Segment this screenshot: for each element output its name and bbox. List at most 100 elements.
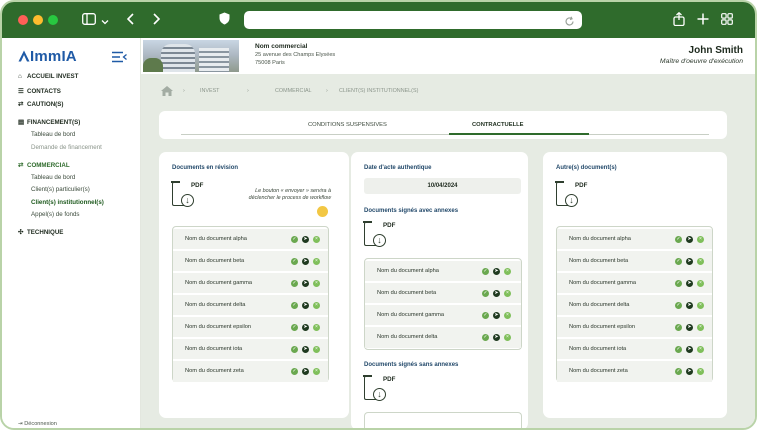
table-row[interactable]: Nom du document alpha ✓ ➤ ×	[365, 261, 521, 282]
sidebar-toggle-icon[interactable]	[82, 13, 96, 27]
close-icon[interactable]: ×	[313, 368, 320, 375]
nav-financements[interactable]: ▤ FINANCEMENT(S)	[18, 118, 80, 126]
nav-technique[interactable]: ✣ TECHNIQUE	[18, 228, 63, 236]
send-icon[interactable]: ➤	[302, 324, 309, 331]
close-icon[interactable]: ×	[313, 236, 320, 243]
collapse-menu-icon[interactable]	[112, 50, 127, 63]
check-icon[interactable]: ✓	[291, 368, 298, 375]
nav-demande-financement[interactable]: Demande de financement	[31, 144, 102, 151]
table-row[interactable]: Nom du document epsilon ✓ ➤ ×	[557, 317, 712, 338]
table-row[interactable]: Nom du document beta ✓ ➤ ×	[557, 251, 712, 272]
close-icon[interactable]: ×	[697, 368, 704, 375]
send-icon[interactable]: ➤	[686, 324, 693, 331]
close-icon[interactable]: ×	[697, 324, 704, 331]
close-icon[interactable]: ×	[504, 312, 511, 319]
check-icon[interactable]: ✓	[291, 324, 298, 331]
check-icon[interactable]: ✓	[675, 258, 682, 265]
table-row[interactable]: Nom du document delta ✓ ➤ ×	[173, 295, 328, 316]
pdf-upload-icon[interactable]: PDF ↓	[171, 181, 203, 212]
zoom-window-button[interactable]	[48, 15, 58, 25]
table-row[interactable]: Nom du document beta ✓ ➤ ×	[173, 251, 328, 272]
nav-commercial-dashboard[interactable]: Tableau de bord	[31, 174, 75, 181]
table-row[interactable]: Nom du document alpha ✓ ➤ ×	[173, 229, 328, 250]
send-icon[interactable]: ➤	[686, 258, 693, 265]
address-bar[interactable]	[244, 11, 582, 29]
check-icon[interactable]: ✓	[675, 280, 682, 287]
check-icon[interactable]: ✓	[291, 258, 298, 265]
table-row[interactable]: Nom du document alpha ✓ ➤ ×	[557, 229, 712, 250]
table-row[interactable]: Nom du document zeta ✓ ➤ ×	[557, 361, 712, 382]
logout-link[interactable]: ⇥ Déconnexion	[18, 421, 57, 427]
check-icon[interactable]: ✓	[291, 280, 298, 287]
new-tab-icon[interactable]	[697, 13, 709, 27]
check-icon[interactable]: ✓	[675, 324, 682, 331]
table-row[interactable]: Nom du document gamma ✓ ➤ ×	[557, 273, 712, 294]
table-row[interactable]: Nom du document beta ✓ ➤ ×	[365, 283, 521, 304]
share-icon[interactable]	[673, 11, 685, 28]
send-icon[interactable]: ➤	[302, 236, 309, 243]
pdf-upload-icon[interactable]: PDF ↓	[363, 221, 395, 252]
check-icon[interactable]: ✓	[482, 312, 489, 319]
check-icon[interactable]: ✓	[482, 290, 489, 297]
check-icon[interactable]: ✓	[482, 334, 489, 341]
check-icon[interactable]: ✓	[291, 236, 298, 243]
send-icon[interactable]: ➤	[302, 280, 309, 287]
nav-appels-de-fonds[interactable]: Appel(s) de fonds	[31, 211, 80, 218]
nav-contacts[interactable]: ☰ CONTACTS	[18, 87, 61, 95]
close-icon[interactable]: ×	[697, 346, 704, 353]
nav-clients-particuliers[interactable]: Client(s) particulier(s)	[31, 186, 90, 193]
minimize-window-button[interactable]	[33, 15, 43, 25]
tab-contractuelle[interactable]: CONTRACTUELLE	[472, 122, 524, 128]
table-row[interactable]: Nom du document iota ✓ ➤ ×	[557, 339, 712, 360]
send-icon[interactable]: ➤	[493, 334, 500, 341]
close-icon[interactable]: ×	[504, 334, 511, 341]
check-icon[interactable]: ✓	[291, 302, 298, 309]
close-icon[interactable]: ×	[504, 268, 511, 275]
send-icon[interactable]: ➤	[302, 346, 309, 353]
breadcrumb-commercial[interactable]: COMMERCIAL	[275, 88, 312, 94]
send-icon[interactable]: ➤	[686, 368, 693, 375]
table-row[interactable]: Nom du document zeta ✓ ➤ ×	[173, 361, 328, 382]
table-row[interactable]: Nom du document delta ✓ ➤ ×	[365, 327, 521, 348]
close-icon[interactable]: ×	[313, 324, 320, 331]
tab-conditions-suspensives[interactable]: CONDITIONS SUSPENSIVES	[308, 122, 387, 128]
tabs-grid-icon[interactable]	[721, 13, 733, 27]
close-icon[interactable]: ×	[313, 302, 320, 309]
nav-commercial[interactable]: ⇄ COMMERCIAL	[18, 161, 70, 169]
reload-icon[interactable]	[564, 14, 575, 32]
close-icon[interactable]: ×	[313, 258, 320, 265]
nav-accueil-invest[interactable]: ⌂ ACCUEIL INVEST	[18, 73, 78, 80]
close-window-button[interactable]	[18, 15, 28, 25]
table-row[interactable]: Nom du document epsilon ✓ ➤ ×	[173, 317, 328, 338]
breadcrumb-invest[interactable]: INVEST	[200, 88, 219, 94]
table-row[interactable]: Nom du document gamma ✓ ➤ ×	[365, 305, 521, 326]
nav-cautions[interactable]: ⇄ CAUTION(S)	[18, 100, 63, 108]
home-icon[interactable]	[161, 86, 173, 98]
back-icon[interactable]	[126, 13, 136, 27]
send-icon[interactable]: ➤	[493, 312, 500, 319]
send-icon[interactable]: ➤	[302, 368, 309, 375]
close-icon[interactable]: ×	[697, 258, 704, 265]
authentic-act-date-field[interactable]: 10/04/2024	[364, 178, 521, 194]
check-icon[interactable]: ✓	[675, 302, 682, 309]
user-name[interactable]: John Smith	[689, 45, 743, 56]
forward-icon[interactable]	[151, 13, 161, 27]
table-row[interactable]: Nom du document gamma ✓ ➤ ×	[173, 273, 328, 294]
check-icon[interactable]: ✓	[291, 346, 298, 353]
send-icon[interactable]: ➤	[686, 302, 693, 309]
send-icon[interactable]: ➤	[493, 290, 500, 297]
send-icon[interactable]: ➤	[302, 258, 309, 265]
send-icon[interactable]: ➤	[686, 280, 693, 287]
send-icon[interactable]: ➤	[686, 236, 693, 243]
pdf-upload-icon[interactable]: PDF ↓	[555, 181, 587, 212]
close-icon[interactable]: ×	[313, 346, 320, 353]
check-icon[interactable]: ✓	[675, 346, 682, 353]
send-icon[interactable]: ➤	[686, 346, 693, 353]
nav-financement-dashboard[interactable]: Tableau de bord	[31, 131, 75, 138]
close-icon[interactable]: ×	[697, 236, 704, 243]
pdf-upload-icon[interactable]: PDF ↓	[363, 375, 395, 406]
send-icon[interactable]: ➤	[302, 302, 309, 309]
table-row[interactable]: Nom du document delta ✓ ➤ ×	[557, 295, 712, 316]
check-icon[interactable]: ✓	[482, 268, 489, 275]
table-row[interactable]: Nom du document iota ✓ ➤ ×	[173, 339, 328, 360]
